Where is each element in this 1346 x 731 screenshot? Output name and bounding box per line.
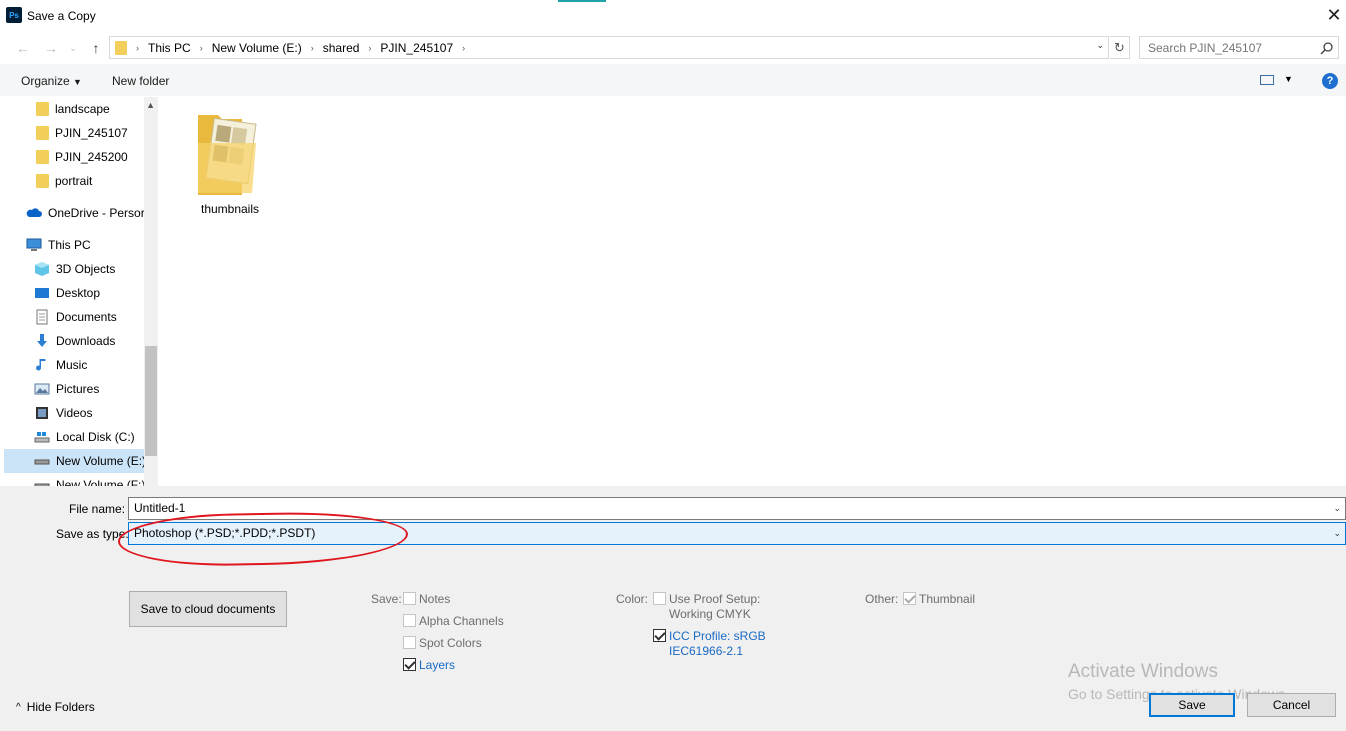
drive-icon — [34, 459, 50, 465]
close-icon[interactable]: ✕ — [1324, 4, 1344, 26]
chevron-down-icon: ▼ — [73, 77, 82, 87]
file-name-value: Untitled-1 — [134, 501, 186, 515]
notes-checkbox[interactable] — [403, 592, 416, 605]
address-bar[interactable]: › This PC › New Volume (E:) › shared › PJIN… — [109, 36, 1109, 59]
photoshop-app-icon: Ps — [6, 7, 22, 23]
breadcrumb-pjin[interactable]: PJIN_245107 › — [380, 41, 474, 55]
thumbnail-checkbox[interactable] — [903, 592, 916, 605]
desktop-icon — [35, 288, 49, 298]
spot-colors-checkbox[interactable] — [403, 636, 416, 649]
chevron-right-icon: › — [310, 42, 314, 53]
folder-icon — [36, 174, 49, 188]
organize-button[interactable]: Organize ▼ — [21, 74, 82, 88]
sidebar-item-3d-objects[interactable]: 3D Objects — [4, 257, 144, 281]
sidebar-item-this-pc[interactable]: This PC — [4, 233, 144, 257]
folder-icon — [115, 40, 127, 55]
title-accent — [558, 0, 606, 2]
search-input[interactable] — [1139, 36, 1339, 59]
chevron-right-icon: › — [199, 42, 203, 53]
back-arrow-icon[interactable]: ← — [14, 39, 32, 57]
refresh-icon[interactable]: ↻ — [1110, 36, 1130, 59]
chevron-down-icon[interactable]: ⌄ — [1096, 40, 1104, 51]
address-row: ← → ⌄ ↑ › This PC › New Volume (E:) › shar… — [0, 32, 1346, 64]
spot-colors-label: Spot Colors — [419, 636, 482, 650]
sidebar-item-landscape[interactable]: landscape — [4, 97, 144, 121]
sidebar-item-videos[interactable]: Videos — [4, 401, 144, 425]
color-options-label: Color: — [616, 592, 649, 606]
sidebar-item-desktop[interactable]: Desktop — [4, 281, 144, 305]
sidebar-scroll-thumb[interactable] — [145, 346, 157, 456]
save-options-label: Save: — [371, 592, 402, 606]
sidebar-item-onedrive[interactable]: OneDrive - Persor — [4, 201, 144, 225]
search-icon[interactable] — [1320, 41, 1334, 55]
folder-icon — [198, 115, 257, 195]
breadcrumb-new-volume[interactable]: New Volume (E:) › — [212, 41, 323, 55]
alpha-channels-label: Alpha Channels — [419, 614, 504, 628]
sidebar-item-music[interactable]: Music — [4, 353, 144, 377]
drive-icon — [34, 483, 50, 486]
notes-label: Notes — [419, 592, 451, 606]
content-item-label: thumbnails — [200, 202, 260, 216]
proof-setup-label-line1: Use Proof Setup: — [669, 592, 761, 606]
cloud-icon — [26, 208, 42, 217]
chevron-right-icon: › — [368, 42, 372, 53]
folder-icon — [36, 102, 49, 116]
file-list: thumbnails — [160, 97, 1346, 486]
sidebar-item-downloads[interactable]: Downloads — [4, 329, 144, 353]
breadcrumb-shared[interactable]: shared › — [323, 41, 381, 55]
title-bar: Ps Save a Copy ✕ — [0, 0, 1346, 32]
sidebar-item-pictures[interactable]: Pictures — [4, 377, 144, 401]
scroll-up-icon[interactable]: ▲ — [146, 100, 155, 110]
command-bar: Organize ▼ New folder ▼ ? — [0, 64, 1346, 96]
chevron-up-icon: ^ — [16, 701, 21, 713]
file-name-label: File name: — [69, 502, 126, 516]
folder-icon — [36, 126, 49, 140]
music-icon — [36, 359, 46, 371]
save-button[interactable]: Save — [1149, 693, 1235, 717]
save-to-cloud-button[interactable]: Save to cloud documents — [129, 591, 287, 627]
pictures-icon — [34, 383, 50, 395]
sidebar-item-portrait[interactable]: portrait — [4, 169, 144, 193]
thumbnail-label: Thumbnail — [919, 592, 976, 606]
layers-checkbox[interactable] — [403, 658, 416, 671]
sidebar-item-pjin-245200[interactable]: PJIN_245200 — [4, 145, 144, 169]
navigation-pane: landscape PJIN_245107 PJIN_245200 portra… — [4, 97, 158, 486]
sidebar-item-new-volume-f[interactable]: New Volume (F:) — [4, 473, 144, 486]
computer-icon — [26, 238, 42, 251]
icc-profile-label-line1: ICC Profile: sRGB — [669, 629, 766, 643]
up-arrow-icon[interactable]: ↑ — [87, 39, 105, 57]
new-folder-button[interactable]: New folder — [112, 74, 169, 88]
alpha-channels-checkbox[interactable] — [403, 614, 416, 627]
chevron-down-icon[interactable]: ⌄ — [1333, 523, 1341, 544]
sidebar-item-documents[interactable]: Documents — [4, 305, 144, 329]
forward-arrow-icon[interactable]: → — [42, 39, 60, 57]
layers-label: Layers — [419, 658, 456, 672]
activation-watermark-title: Activate Windows — [1068, 661, 1218, 682]
cube-icon — [35, 262, 49, 276]
icc-profile-checkbox[interactable] — [653, 629, 666, 642]
view-options-icon[interactable] — [1260, 75, 1274, 85]
video-icon — [36, 407, 48, 419]
sidebar-item-local-disk[interactable]: Local Disk (C:) — [4, 425, 144, 449]
chevron-down-icon[interactable]: ⌄ — [1333, 498, 1341, 519]
recent-dropdown-icon[interactable]: ⌄ — [64, 39, 82, 57]
proof-setup-label-line2: Working CMYK — [669, 607, 751, 621]
sidebar-item-new-volume-e[interactable]: New Volume (E:) — [4, 449, 144, 473]
folder-icon — [36, 150, 49, 164]
download-icon — [37, 334, 47, 347]
cancel-button[interactable]: Cancel — [1247, 693, 1336, 717]
sidebar-item-pjin-245107[interactable]: PJIN_245107 — [4, 121, 144, 145]
icc-profile-label-line2: IEC61966-2.1 — [669, 644, 744, 658]
hide-folders-button[interactable]: ^ Hide Folders — [16, 700, 95, 714]
chevron-right-icon: › — [462, 42, 466, 53]
chevron-right-icon: › — [136, 42, 139, 53]
other-options-label: Other: — [865, 592, 899, 606]
chevron-down-icon[interactable]: ▼ — [1284, 74, 1293, 84]
document-icon — [36, 309, 48, 325]
disk-icon — [34, 432, 50, 443]
breadcrumb-this-pc[interactable]: This PC › — [148, 41, 212, 55]
window-title: Save a Copy — [27, 9, 96, 23]
proof-setup-checkbox[interactable] — [653, 592, 666, 605]
help-icon[interactable]: ? — [1322, 73, 1338, 89]
